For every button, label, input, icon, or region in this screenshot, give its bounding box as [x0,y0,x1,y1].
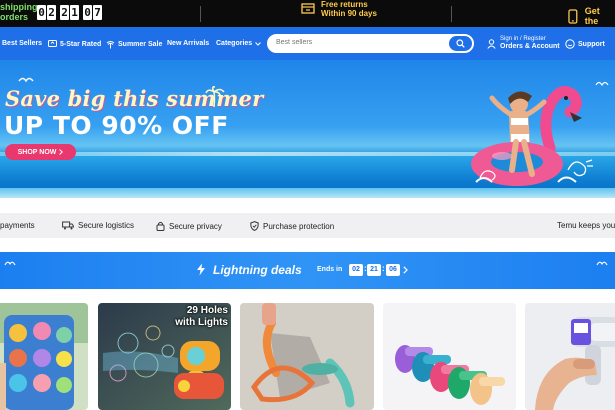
product-tile-cosmetic-jars[interactable] [0,303,88,410]
truck-icon [62,221,74,230]
wave-doodle-icon [567,159,593,177]
phone-icon [568,8,578,24]
support-link[interactable]: Support [565,39,605,49]
product-tile-thermometer[interactable] [525,303,615,410]
lock-icon [156,221,165,231]
trust-secure-logistics[interactable]: Secure logistics [62,221,134,230]
product-tile-makeup-sponges[interactable] [383,303,516,410]
hero-discount: UP TO 90% OFF [4,111,229,140]
product-tile-bubble-gun[interactable]: 29 Holes with Lights [98,303,231,410]
seagull-icon [595,81,609,87]
wave-doodle-icon [479,170,496,181]
product-badge: 29 Holes with Lights [175,305,228,329]
countdown-digit: 2 [47,5,56,20]
lightning-deals-header[interactable]: Lightning deals Ends in 02 : 21 : 06 [0,252,615,289]
nav-label: Summer Sale [118,41,163,48]
seagull-icon [4,261,16,266]
page: shipping orders 0 2 2 1 0 7 Free returns… [0,0,615,410]
user-icon [487,38,496,49]
ends-in-label: Ends in [317,266,343,273]
chevron-right-icon [59,149,64,155]
deals-hours: 02 [349,264,363,276]
countdown-digit: 0 [83,5,92,20]
seagull-icon [596,261,608,266]
palm-tree-icon [106,41,115,49]
support-label: Support [578,40,605,48]
product-image-cosmetic-jars [0,303,88,410]
divider [200,6,201,22]
main-nav: Best Sellers 5-Star Rated Summer Sale Ne… [0,27,615,60]
trust-bar: payments Secure logistics Secure privacy… [0,213,615,238]
get-app-label: Get the [584,6,600,26]
nav-best-sellers[interactable]: Best Sellers [2,40,42,47]
nav-5-star-rated[interactable]: 5-Star Rated [48,40,101,48]
support-smile-icon [565,39,575,49]
trust-payments[interactable]: payments [0,221,35,230]
account-menu[interactable]: Sign in / Register Orders & Account [487,36,560,51]
countdown-digit: 0 [37,5,46,20]
trust-purchase-protection[interactable]: Purchase protection [250,221,334,231]
search-bar [266,33,475,54]
deals-seconds: 06 [386,264,400,276]
promo-strip: shipping orders 0 2 2 1 0 7 Free returns… [0,0,615,27]
shipping-countdown: 0 2 2 1 0 7 [37,5,102,20]
lightning-deals-title: Lightning deals [213,263,302,277]
product-image-lint-remover [240,303,374,410]
trust-label: payments [0,221,35,230]
badge-line2: with Lights [175,317,228,328]
search-button[interactable] [449,36,472,51]
nav-label: 5-Star Rated [60,40,102,48]
free-returns[interactable]: Free returns Within 90 days [301,0,377,18]
trust-label: Secure logistics [78,221,135,230]
summer-sale-banner[interactable]: Save big this summer UP TO 90% OFF SHOP … [0,60,615,198]
shield-icon [250,221,259,231]
divider [451,6,452,22]
returns-line2: Within 90 days [321,9,377,18]
lightning-bolt-icon [197,263,205,276]
colon-separator: : [382,264,385,273]
search-input[interactable] [276,39,436,46]
trust-label: Temu keeps your [557,221,615,230]
free-shipping-line2: orders [0,12,29,22]
thumbs-up-icon [48,40,57,47]
nav-summer-sale[interactable]: Summer Sale [106,40,162,49]
trust-label: Purchase protection [263,221,335,231]
product-image-thermometer [525,303,615,410]
countdown-digit: 2 [60,5,69,20]
countdown-digit: 7 [93,5,102,20]
countdown-digit: 1 [70,5,79,20]
get-app[interactable]: Get the [568,6,615,26]
trust-temu-keeps[interactable]: Temu keeps your [557,221,615,230]
chevron-right-icon [403,266,408,274]
product-image-makeup-sponges [383,303,516,410]
chevron-down-icon [255,41,262,46]
nav-categories[interactable]: Categories [216,40,262,47]
palm-tree-icon [205,86,225,108]
account-line2: Orders & Account [500,43,560,50]
trust-label: Secure privacy [169,221,222,231]
seagull-icon [18,77,34,83]
shop-now-button[interactable]: SHOP NOW [5,144,76,160]
badge-line1: 29 Holes [186,305,228,316]
returns-line1: Free returns [321,0,368,9]
account-line1: Sign in / Register [500,36,546,42]
nav-label: Categories [216,40,253,47]
product-tile-lint-remover[interactable] [240,303,374,410]
return-box-icon [301,3,315,14]
free-shipping-text[interactable]: shipping orders [0,2,38,22]
free-shipping-line1: shipping [0,2,38,12]
search-icon [456,39,465,48]
nav-label: Best Sellers [2,40,43,47]
deals-minutes: 21 [367,264,381,276]
nav-new-arrivals[interactable]: New Arrivals [167,40,209,47]
shop-now-label: SHOP NOW [17,148,57,156]
nav-label: New Arrivals [167,40,210,47]
trust-secure-privacy[interactable]: Secure privacy [156,221,222,231]
